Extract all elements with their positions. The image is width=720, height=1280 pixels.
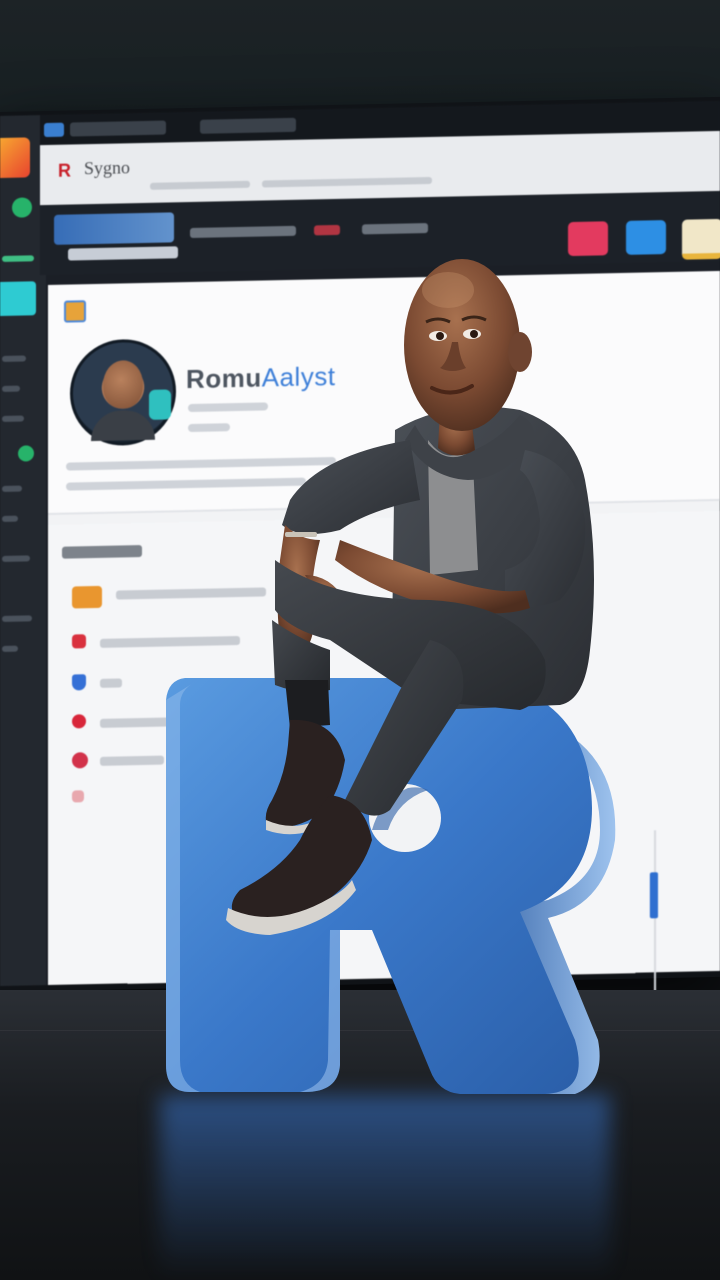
ear	[508, 332, 532, 372]
scene: R Sygno RomuAalyst	[0, 0, 720, 1280]
right-pupil	[470, 330, 478, 338]
character-figure	[226, 259, 594, 935]
bracelet	[285, 532, 317, 537]
left-pupil	[436, 332, 444, 340]
head-highlight	[422, 272, 474, 308]
